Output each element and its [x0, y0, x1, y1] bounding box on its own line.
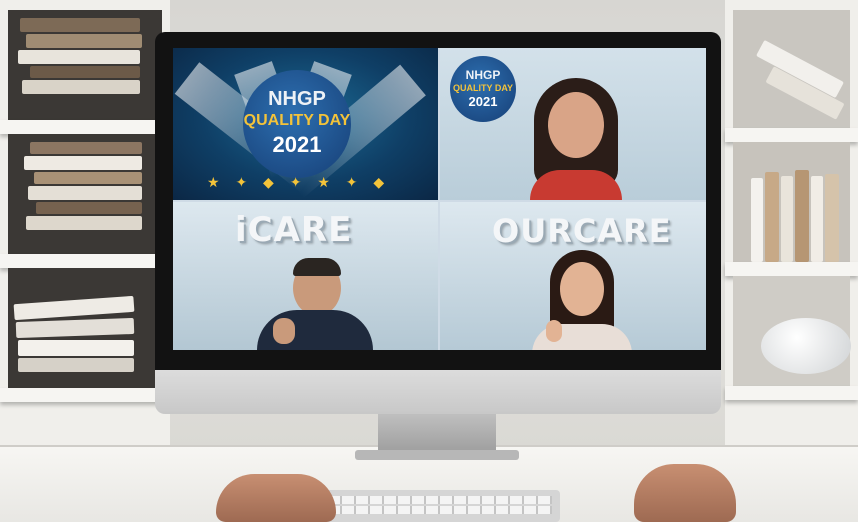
presenter-person — [526, 78, 626, 200]
left-hand — [216, 474, 336, 522]
monitor-stand-base — [355, 450, 519, 460]
presenter-video-tile: NHGP QUALITY DAY 2021 — [440, 48, 706, 200]
left-bookshelf — [0, 0, 170, 455]
keyboard — [306, 490, 560, 522]
badge-line-1: NHGP — [268, 88, 326, 110]
man-person — [253, 258, 373, 350]
badge-line-3: 2021 — [272, 132, 322, 157]
icare-logo: iCARE — [235, 210, 353, 250]
right-bookshelf — [725, 0, 858, 455]
quality-day-badge: NHGP QUALITY DAY 2021 — [243, 70, 351, 178]
photo-scene: NHGP QUALITY DAY 2021 ★ ✦ ◆ ✦ ★ ✦ ◆ NHGP… — [0, 0, 858, 522]
ourcare-logo: OURCARE — [492, 212, 672, 250]
monitor-chin — [155, 370, 721, 414]
mini-quality-day-badge: NHGP QUALITY DAY 2021 — [450, 56, 516, 122]
video-call-screen: NHGP QUALITY DAY 2021 ★ ✦ ◆ ✦ ★ ✦ ◆ NHGP… — [173, 48, 706, 350]
quality-day-title-tile: NHGP QUALITY DAY 2021 ★ ✦ ◆ ✦ ★ ✦ ◆ — [173, 48, 438, 200]
ourcare-video-tile: OURCARE — [440, 202, 706, 350]
sparkle-icons: ★ ✦ ◆ ✦ ★ ✦ ◆ — [207, 174, 391, 190]
icare-video-tile: iCARE — [173, 202, 438, 350]
badge-line-2: QUALITY DAY — [243, 112, 351, 129]
monitor-stand — [378, 414, 496, 454]
right-hand — [634, 464, 736, 522]
woman-person — [524, 250, 640, 350]
